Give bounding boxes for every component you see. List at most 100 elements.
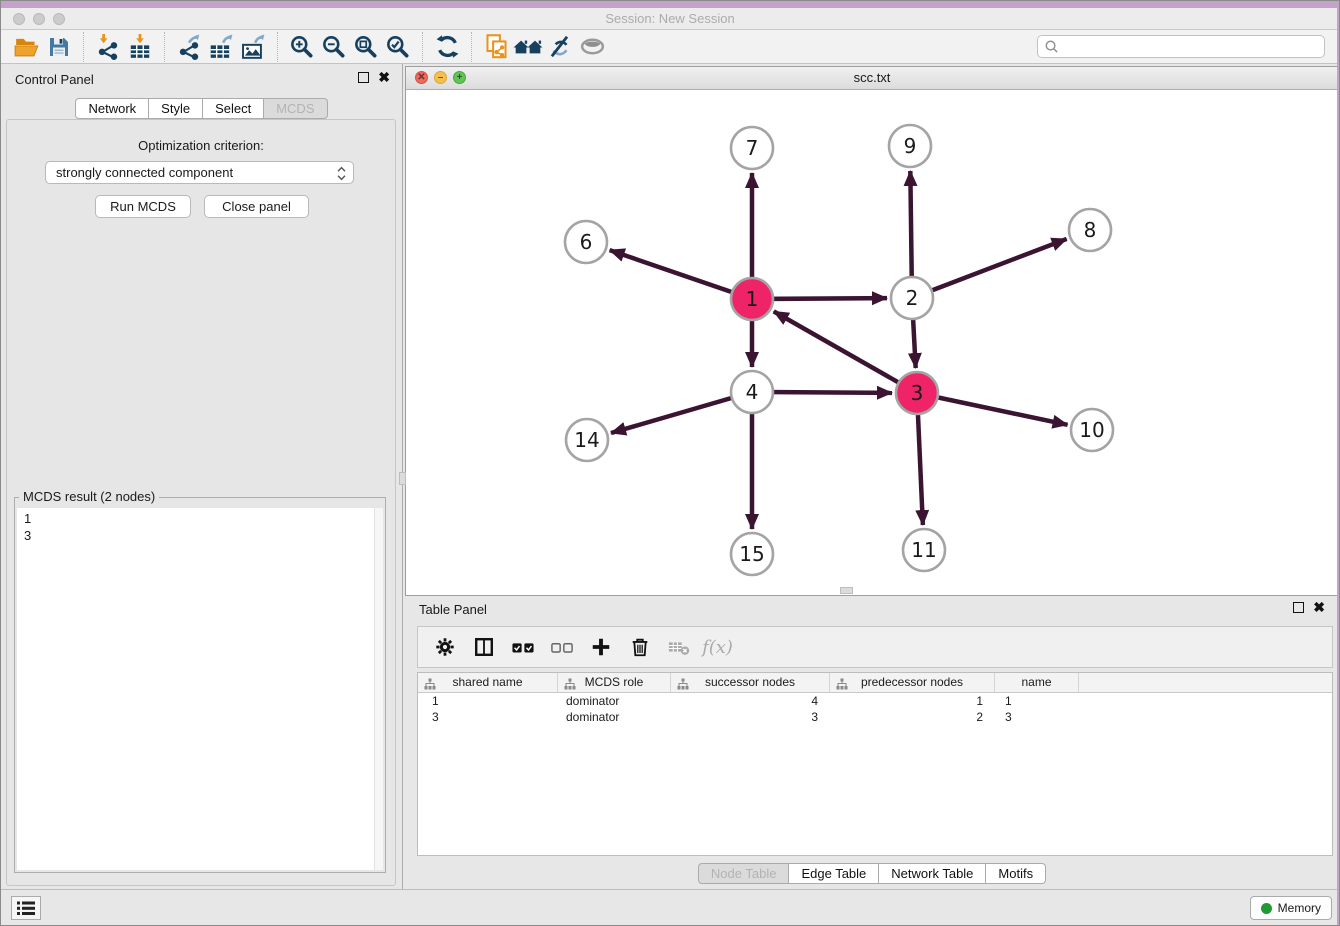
delete-row-icon[interactable] [627, 634, 652, 660]
tab-style[interactable]: Style [149, 98, 203, 119]
cell-shared-name[interactable]: 1 [418, 693, 558, 709]
graph-edge-1-6[interactable] [610, 250, 752, 299]
run-mcds-button[interactable]: Run MCDS [95, 195, 191, 218]
dropdown-stepper-icon [337, 166, 346, 187]
add-row-icon[interactable] [588, 634, 613, 660]
network-window-titlebar[interactable]: ✕ – + scc.txt [406, 67, 1338, 90]
result-scrollbar[interactable] [374, 508, 383, 870]
zoom-in-icon[interactable] [286, 32, 318, 62]
tab-mcds[interactable]: MCDS [264, 98, 327, 119]
graph-node-label: 8 [1084, 218, 1097, 242]
column-header-name[interactable]: name [995, 673, 1079, 692]
table-header-row: shared name MCDS role successor nodes pr… [418, 673, 1332, 693]
close-panel-icon[interactable]: ✖ [378, 72, 390, 83]
select-all-icon[interactable] [510, 634, 535, 660]
graph-node-label: 1 [746, 287, 759, 311]
column-type-icon [677, 677, 689, 696]
import-table-icon[interactable] [124, 32, 156, 62]
refresh-icon[interactable] [431, 32, 463, 62]
session-title: Session: New Session [1, 11, 1339, 26]
tab-edge-table[interactable]: Edge Table [789, 863, 879, 884]
table-panel-title: Table Panel [419, 602, 487, 617]
mcds-result-title: MCDS result (2 nodes) [19, 489, 159, 504]
mcds-result-box: MCDS result (2 nodes) 1 3 [14, 497, 386, 873]
tab-network[interactable]: Network [75, 98, 149, 119]
tab-motifs[interactable]: Motifs [986, 863, 1046, 884]
graph-node-label: 7 [746, 136, 759, 160]
split-divider-handle-vertical[interactable] [399, 472, 406, 485]
cell-name[interactable]: 1 [995, 693, 1079, 709]
column-header-successor-nodes[interactable]: successor nodes [671, 673, 830, 692]
export-image-icon[interactable] [237, 32, 269, 62]
export-table-icon[interactable] [205, 32, 237, 62]
cell-shared-name[interactable]: 3 [418, 709, 558, 725]
optimization-criterion-dropdown[interactable]: strongly connected component [45, 161, 354, 184]
home-icon[interactable] [512, 32, 544, 62]
result-line: 3 [24, 527, 369, 544]
toolbar-separator [164, 32, 165, 62]
memory-label: Memory [1278, 901, 1321, 915]
table-row[interactable]: 1 dominator 4 1 1 [418, 693, 1332, 709]
zoom-fit-icon[interactable] [350, 32, 382, 62]
deselect-all-icon[interactable] [549, 634, 574, 660]
column-header-shared-name[interactable]: shared name [418, 673, 558, 692]
graph-edge-3-10[interactable] [917, 393, 1068, 425]
graph-edge-2-8[interactable] [912, 239, 1067, 298]
graph-edge-3-1[interactable] [774, 311, 917, 393]
close-panel-button[interactable]: Close panel [204, 195, 309, 218]
settings-icon[interactable] [432, 634, 457, 660]
column-type-icon [424, 677, 436, 696]
graph-node-label: 14 [574, 428, 599, 452]
main-titlebar: Session: New Session [1, 8, 1339, 30]
zoom-selected-icon[interactable] [382, 32, 414, 62]
desktop-edge-top [1, 1, 1339, 8]
toolbar-separator [422, 32, 423, 62]
zoom-out-icon[interactable] [318, 32, 350, 62]
hide-graphics-details-icon[interactable] [544, 32, 576, 62]
network-graph[interactable]: 7968124314101511 [406, 90, 1338, 595]
result-line: 1 [24, 510, 369, 527]
toolbar-separator [83, 32, 84, 62]
task-history-button[interactable] [11, 896, 41, 920]
desktop-edge-right [1337, 1, 1339, 925]
float-table-panel-icon[interactable] [1293, 602, 1304, 613]
memory-button[interactable]: Memory [1250, 896, 1332, 920]
column-type-icon [836, 677, 848, 696]
table-row[interactable]: 3 dominator 3 2 3 [418, 709, 1332, 725]
cell-mcds-role[interactable]: dominator [558, 709, 671, 725]
tab-node-table[interactable]: Node Table [698, 863, 790, 884]
function-builder-icon[interactable]: f(x) [705, 634, 730, 660]
network-canvas[interactable]: 7968124314101511 [406, 90, 1338, 595]
cell-name[interactable]: 3 [995, 709, 1079, 725]
show-graphics-details-icon[interactable] [576, 32, 608, 62]
mcds-panel: Optimization criterion: strongly connect… [6, 119, 396, 886]
list-icon [17, 901, 35, 916]
close-table-panel-icon[interactable]: ✖ [1313, 602, 1325, 613]
import-network-icon[interactable] [92, 32, 124, 62]
export-network-icon[interactable] [173, 32, 205, 62]
mcds-result-text[interactable]: 1 3 [17, 508, 383, 870]
memory-status-icon [1261, 903, 1272, 914]
column-header-mcds-role[interactable]: MCDS role [558, 673, 671, 692]
search-field[interactable] [1037, 35, 1325, 58]
toolbar-separator [471, 32, 472, 62]
search-input[interactable] [1059, 40, 1318, 54]
new-network-from-selection-icon[interactable] [480, 32, 512, 62]
dropdown-value: strongly connected component [56, 165, 233, 180]
save-session-icon[interactable] [43, 32, 75, 62]
network-title: scc.txt [406, 70, 1338, 85]
column-header-predecessor-nodes[interactable]: predecessor nodes [830, 673, 995, 692]
open-session-icon[interactable] [11, 32, 43, 62]
cell-predecessor-nodes[interactable]: 1 [830, 693, 995, 709]
float-panel-icon[interactable] [358, 72, 369, 83]
tab-select[interactable]: Select [203, 98, 264, 119]
tab-network-table[interactable]: Network Table [879, 863, 986, 884]
delete-table-icon[interactable] [666, 634, 691, 660]
cell-successor-nodes[interactable]: 4 [671, 693, 830, 709]
table-toolbar: f(x) [417, 626, 1333, 668]
cell-predecessor-nodes[interactable]: 2 [830, 709, 995, 725]
control-panel-title: Control Panel [15, 72, 94, 87]
split-divider-handle-horizontal[interactable] [840, 587, 853, 594]
cell-successor-nodes[interactable]: 3 [671, 709, 830, 725]
show-columns-icon[interactable] [471, 634, 496, 660]
